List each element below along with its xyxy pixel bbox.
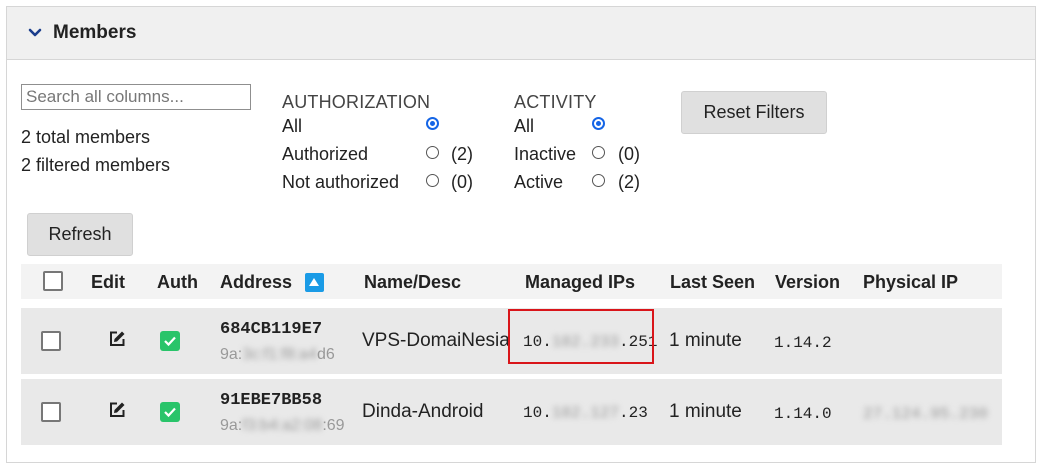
reset-filters-button[interactable]: Reset Filters	[681, 91, 827, 134]
refresh-button[interactable]: Refresh	[27, 213, 133, 256]
version: 1.14.2	[774, 334, 832, 352]
auth-not-authorized-radio[interactable]	[426, 174, 439, 187]
auth-checkbox[interactable]	[160, 331, 180, 351]
col-name-header[interactable]: Name/Desc	[364, 272, 461, 293]
activity-filter-title: ACTIVITY	[514, 92, 597, 112]
activity-inactive-count: (0)	[618, 144, 640, 164]
chevron-down-icon[interactable]	[27, 25, 43, 41]
auth-authorized-radio[interactable]	[426, 146, 439, 159]
auth-option-authorized-label: Authorized	[282, 144, 369, 164]
managed-ip-highlight-box	[508, 309, 654, 364]
col-address-header[interactable]: Address	[220, 272, 292, 293]
col-managed-ips-header[interactable]: Managed IPs	[525, 272, 635, 293]
search-input[interactable]	[21, 84, 251, 110]
col-last-seen-header[interactable]: Last Seen	[670, 272, 755, 293]
check-icon	[164, 336, 176, 347]
total-members-count: 2 total members	[21, 127, 151, 147]
auth-not-authorized-count: (0)	[451, 172, 473, 192]
filtered-members-count: 2 filtered members	[21, 155, 171, 175]
member-mac: 9a:3c:f1:f8:a4d6	[220, 346, 335, 363]
edit-icon[interactable]	[108, 330, 126, 348]
last-seen: 1 minute	[669, 401, 742, 422]
check-icon	[164, 407, 176, 418]
managed-ip[interactable]: 10.182.127.23	[523, 404, 648, 422]
auth-all-radio[interactable]	[426, 117, 439, 130]
activity-inactive-radio[interactable]	[592, 146, 605, 159]
activity-active-radio[interactable]	[592, 174, 605, 187]
col-auth-header: Auth	[157, 272, 198, 292]
activity-option-all-label: All	[514, 116, 535, 136]
physical-ip: 27.124.95.230	[863, 405, 988, 423]
activity-all-radio[interactable]	[592, 117, 605, 130]
row-select-checkbox[interactable]	[41, 402, 61, 422]
member-address[interactable]: 684CB119E7	[220, 320, 322, 339]
panel-header[interactable]: Members	[7, 7, 1035, 60]
version: 1.14.0	[774, 405, 832, 423]
auth-option-not-authorized-label: Not authorized	[282, 172, 400, 192]
member-name[interactable]: Dinda-Android	[362, 401, 483, 423]
col-version-header[interactable]: Version	[775, 272, 840, 293]
member-mac: 9a:f3:b4:a2:08:69	[220, 417, 345, 434]
activity-active-count: (2)	[618, 172, 640, 192]
table-row: 91EBE7BB58 9a:f3:b4:a2:08:69 Dinda-Andro…	[21, 379, 1002, 445]
auth-option-all-label: All	[282, 116, 303, 136]
edit-icon[interactable]	[108, 401, 126, 419]
activity-option-active-label: Active	[514, 172, 564, 192]
col-edit-header: Edit	[91, 272, 125, 292]
last-seen: 1 minute	[669, 330, 742, 351]
col-physical-ip-header[interactable]: Physical IP	[863, 272, 958, 293]
activity-option-inactive-label: Inactive	[514, 144, 577, 164]
auth-checkbox[interactable]	[160, 402, 180, 422]
member-name[interactable]: VPS-DomaiNesia	[362, 330, 510, 352]
sort-ascending-icon[interactable]	[305, 273, 324, 292]
row-select-checkbox[interactable]	[41, 331, 61, 351]
table-header: Edit Auth Address Name/Desc Managed IPs …	[21, 264, 1002, 299]
member-address[interactable]: 91EBE7BB58	[220, 391, 322, 410]
panel-title: Members	[53, 22, 137, 43]
auth-authorized-count: (2)	[451, 144, 473, 164]
authorization-filter-title: AUTHORIZATION	[282, 92, 431, 112]
select-all-checkbox[interactable]	[43, 271, 63, 291]
